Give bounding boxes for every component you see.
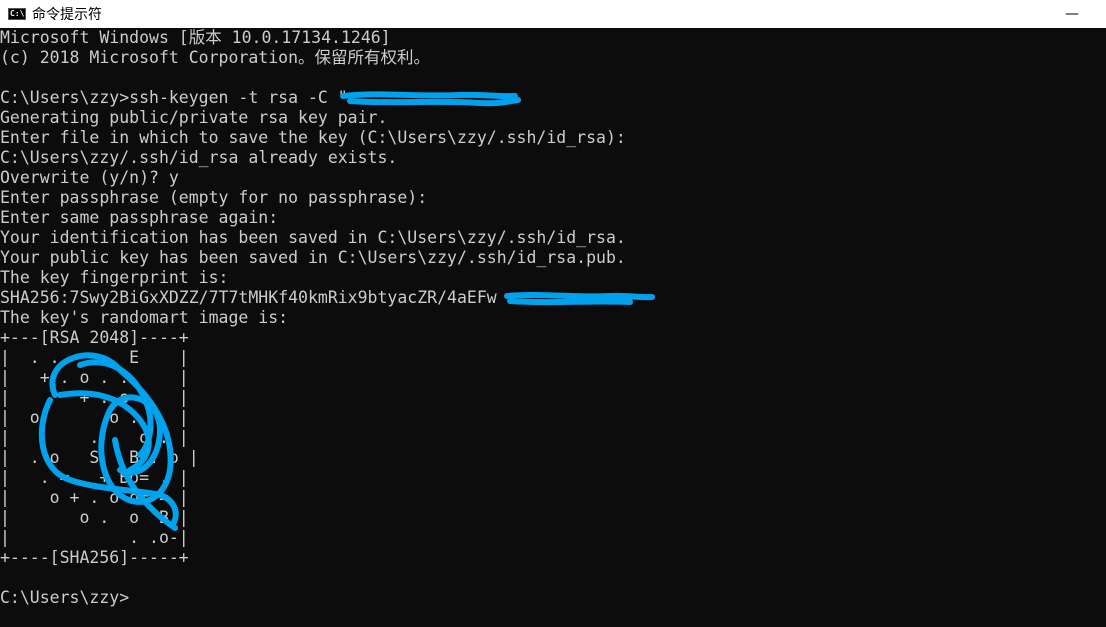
console-line: +---[RSA 2048]----+ xyxy=(0,328,189,347)
console-line: C:\Users\zzy>ssh-keygen -t rsa -C " xyxy=(0,88,348,107)
console-line: | o . o B | xyxy=(0,508,189,527)
console-line: | . . E | xyxy=(0,348,189,367)
window-title: 命令提示符 xyxy=(32,7,102,23)
console-line: Enter file in which to save the key (C:\… xyxy=(0,128,626,147)
console-line: | o + . o o= = | xyxy=(0,488,189,507)
console-output[interactable]: Microsoft Windows [版本 10.0.17134.1246] (… xyxy=(0,28,1106,627)
minimize-button[interactable]: — xyxy=(1049,0,1095,28)
console-line: Your identification has been saved in C:… xyxy=(0,228,626,247)
title-bar: C:\ 命令提示符 — xyxy=(0,0,1106,28)
console-line: The key fingerprint is: xyxy=(0,268,229,287)
console-line: Microsoft Windows [版本 10.0.17134.1246] xyxy=(0,28,391,47)
console-line: Overwrite (y/n)? y xyxy=(0,168,179,187)
console-line: | + . o . . | xyxy=(0,368,189,387)
console-line: Your public key has been saved in C:\Use… xyxy=(0,248,626,267)
console-line: | . o S. B . o | xyxy=(0,448,199,467)
console-line: C:\Users\zzy/.ssh/id_rsa already exists. xyxy=(0,148,398,167)
console-line: SHA256:7Swy2BiGxXDZZ/7T7tMHKf40kmRix9bty… xyxy=(0,288,497,307)
console-line: (c) 2018 Microsoft Corporation。保留所有权利。 xyxy=(0,48,431,67)
console-line: | . = + Bo= . | xyxy=(0,468,189,487)
console-line: C:\Users\zzy> xyxy=(0,588,130,607)
console-line: Enter passphrase (empty for no passphras… xyxy=(0,188,428,207)
console-line: +----[SHA256]-----+ xyxy=(0,548,189,567)
cmd-icon: C:\ xyxy=(8,8,26,20)
console-line: Enter same passphrase again: xyxy=(0,208,279,227)
console-line: | . . o . | xyxy=(0,428,189,447)
console-line: Generating public/private rsa key pair. xyxy=(0,108,388,127)
console-line: The key's randomart image is: xyxy=(0,308,289,327)
console-line: | . .o-| xyxy=(0,528,189,547)
console-line: | + . o | xyxy=(0,388,189,407)
console-line: | o o . | xyxy=(0,408,189,427)
